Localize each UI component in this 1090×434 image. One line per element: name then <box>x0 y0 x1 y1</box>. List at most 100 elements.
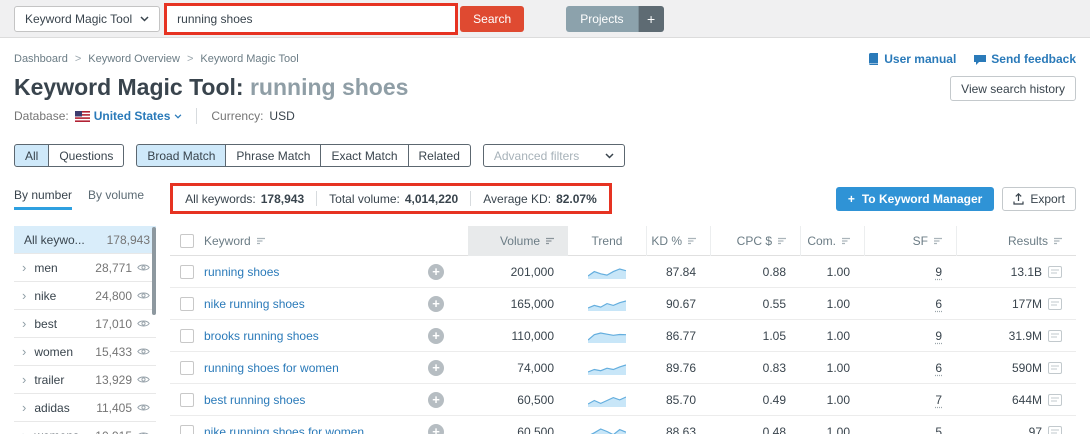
volume-value: 60,500 <box>517 424 554 434</box>
search-button[interactable]: Search <box>460 5 525 32</box>
user-manual-link[interactable]: User manual <box>868 52 956 66</box>
chevron-right-icon[interactable]: › <box>22 428 26 434</box>
select-all-checkbox[interactable] <box>180 234 194 248</box>
serp-preview-icon[interactable] <box>1048 329 1062 342</box>
row-checkbox[interactable] <box>180 296 194 311</box>
tool-selector-dropdown[interactable]: Keyword Magic Tool <box>14 5 161 32</box>
projects-button[interactable]: Projects <box>566 5 638 32</box>
header-kd[interactable]: KD % <box>646 226 710 256</box>
row-checkbox[interactable] <box>180 264 194 279</box>
add-keyword-icon[interactable]: + <box>428 295 444 312</box>
sf-value[interactable]: 6 <box>935 297 942 311</box>
row-checkbox[interactable] <box>180 328 194 343</box>
cpc-value: 0.48 <box>762 424 786 434</box>
eye-icon[interactable] <box>137 291 150 300</box>
header-results[interactable]: Results <box>956 226 1076 256</box>
keyword-link[interactable]: nike running shoes for women <box>204 425 364 434</box>
header-cpc[interactable]: CPC $ <box>710 226 800 256</box>
send-feedback-link[interactable]: Send feedback <box>974 52 1076 66</box>
sf-value[interactable]: 5 <box>935 425 942 434</box>
cpc-value: 0.55 <box>762 296 786 311</box>
sidebar-item-all-keywords[interactable]: All keywo... 178,943 <box>14 226 156 254</box>
sidebar-group-item[interactable]: › women 15,433 <box>14 338 156 366</box>
add-keyword-icon[interactable]: + <box>428 423 444 434</box>
sidebar-group-item[interactable]: › womens 10,915 <box>14 422 156 434</box>
sidebar-group-item[interactable]: › best 17,010 <box>14 310 156 338</box>
filter-tab-phrase-match[interactable]: Phrase Match <box>226 144 322 167</box>
keyword-link[interactable]: nike running shoes <box>204 297 305 311</box>
trend-sparkline <box>568 361 646 375</box>
keyword-link[interactable]: running shoes for women <box>204 361 339 375</box>
com-value: 1.00 <box>826 296 850 311</box>
com-value: 1.00 <box>826 264 850 279</box>
serp-preview-icon[interactable] <box>1048 393 1062 406</box>
filter-tab-broad-match[interactable]: Broad Match <box>136 144 227 167</box>
add-keyword-icon[interactable]: + <box>428 391 444 408</box>
add-keyword-icon[interactable]: + <box>428 327 444 344</box>
sf-value[interactable]: 7 <box>935 393 942 407</box>
chevron-right-icon[interactable]: › <box>22 288 26 303</box>
tab-by-volume[interactable]: By volume <box>88 188 144 210</box>
breadcrumb-item[interactable]: Keyword Overview <box>88 53 180 65</box>
keyword-link[interactable]: running shoes <box>204 265 279 279</box>
eye-icon[interactable] <box>137 319 150 328</box>
header-com[interactable]: Com. <box>800 226 864 256</box>
serp-preview-icon[interactable] <box>1048 361 1062 374</box>
chevron-down-icon <box>140 15 149 22</box>
sf-value[interactable]: 9 <box>935 329 942 343</box>
header-sf[interactable]: SF <box>864 226 956 256</box>
view-search-history-button[interactable]: View search history <box>950 76 1076 101</box>
filter-tab-all[interactable]: All <box>14 144 50 167</box>
filter-tab-exact-match[interactable]: Exact Match <box>321 144 409 167</box>
chevron-right-icon[interactable]: › <box>22 372 26 387</box>
keyword-link[interactable]: best running shoes <box>204 393 305 407</box>
keyword-search-input[interactable] <box>167 5 456 32</box>
tab-by-number[interactable]: By number <box>14 188 73 210</box>
sidebar-group-item[interactable]: › nike 24,800 <box>14 282 156 310</box>
eye-icon[interactable] <box>137 263 150 272</box>
group-count: 28,771 <box>95 260 132 275</box>
add-keyword-icon[interactable]: + <box>428 263 444 280</box>
chevron-right-icon[interactable]: › <box>22 344 26 359</box>
database-selector[interactable]: United States <box>74 109 183 123</box>
speech-bubble-icon <box>974 54 987 65</box>
cpc-value: 1.05 <box>762 328 786 343</box>
eye-icon[interactable] <box>137 403 150 412</box>
kd-value: 87.84 <box>665 264 696 279</box>
filter-tab-questions[interactable]: Questions <box>49 144 125 167</box>
volume-value: 110,000 <box>511 328 555 343</box>
breadcrumb-item[interactable]: Dashboard <box>14 53 68 65</box>
filter-group-all-questions: All Questions <box>14 144 125 167</box>
sidebar-group-item[interactable]: › adidas 11,405 <box>14 394 156 422</box>
add-keyword-icon[interactable]: + <box>428 359 444 376</box>
group-label: adidas <box>34 400 70 415</box>
to-keyword-manager-button[interactable]: + To Keyword Manager <box>835 186 995 211</box>
eye-icon[interactable] <box>137 375 150 384</box>
serp-preview-icon[interactable] <box>1048 265 1062 278</box>
header-volume[interactable]: Volume <box>468 226 568 256</box>
export-button[interactable]: Export <box>1002 186 1076 211</box>
chevron-right-icon[interactable]: › <box>22 260 26 275</box>
sidebar-group-item[interactable]: › trailer 13,929 <box>14 366 156 394</box>
row-checkbox[interactable] <box>180 392 194 407</box>
sidebar-group-item[interactable]: › men 28,771 <box>14 254 156 282</box>
sort-icon <box>1054 237 1062 245</box>
chevron-right-icon[interactable]: › <box>22 316 26 331</box>
sidebar-scrollbar-thumb[interactable] <box>152 227 156 315</box>
serp-preview-icon[interactable] <box>1048 297 1062 310</box>
advanced-filters-dropdown[interactable]: Advanced filters <box>482 144 626 167</box>
chevron-right-icon[interactable]: › <box>22 400 26 415</box>
eye-icon[interactable] <box>137 347 150 356</box>
breadcrumb-item[interactable]: Keyword Magic Tool <box>200 53 298 65</box>
filter-tab-related[interactable]: Related <box>408 144 471 167</box>
row-checkbox[interactable] <box>180 360 194 375</box>
add-project-button[interactable]: + <box>637 5 664 32</box>
volume-value: 201,000 <box>510 264 554 279</box>
kd-value: 89.76 <box>665 360 696 375</box>
row-checkbox[interactable] <box>180 424 194 434</box>
sf-value[interactable]: 6 <box>935 361 942 375</box>
keyword-link[interactable]: brooks running shoes <box>204 329 319 343</box>
sf-value[interactable]: 9 <box>935 265 942 279</box>
serp-preview-icon[interactable] <box>1048 425 1062 434</box>
header-keyword[interactable]: Keyword <box>204 226 428 256</box>
